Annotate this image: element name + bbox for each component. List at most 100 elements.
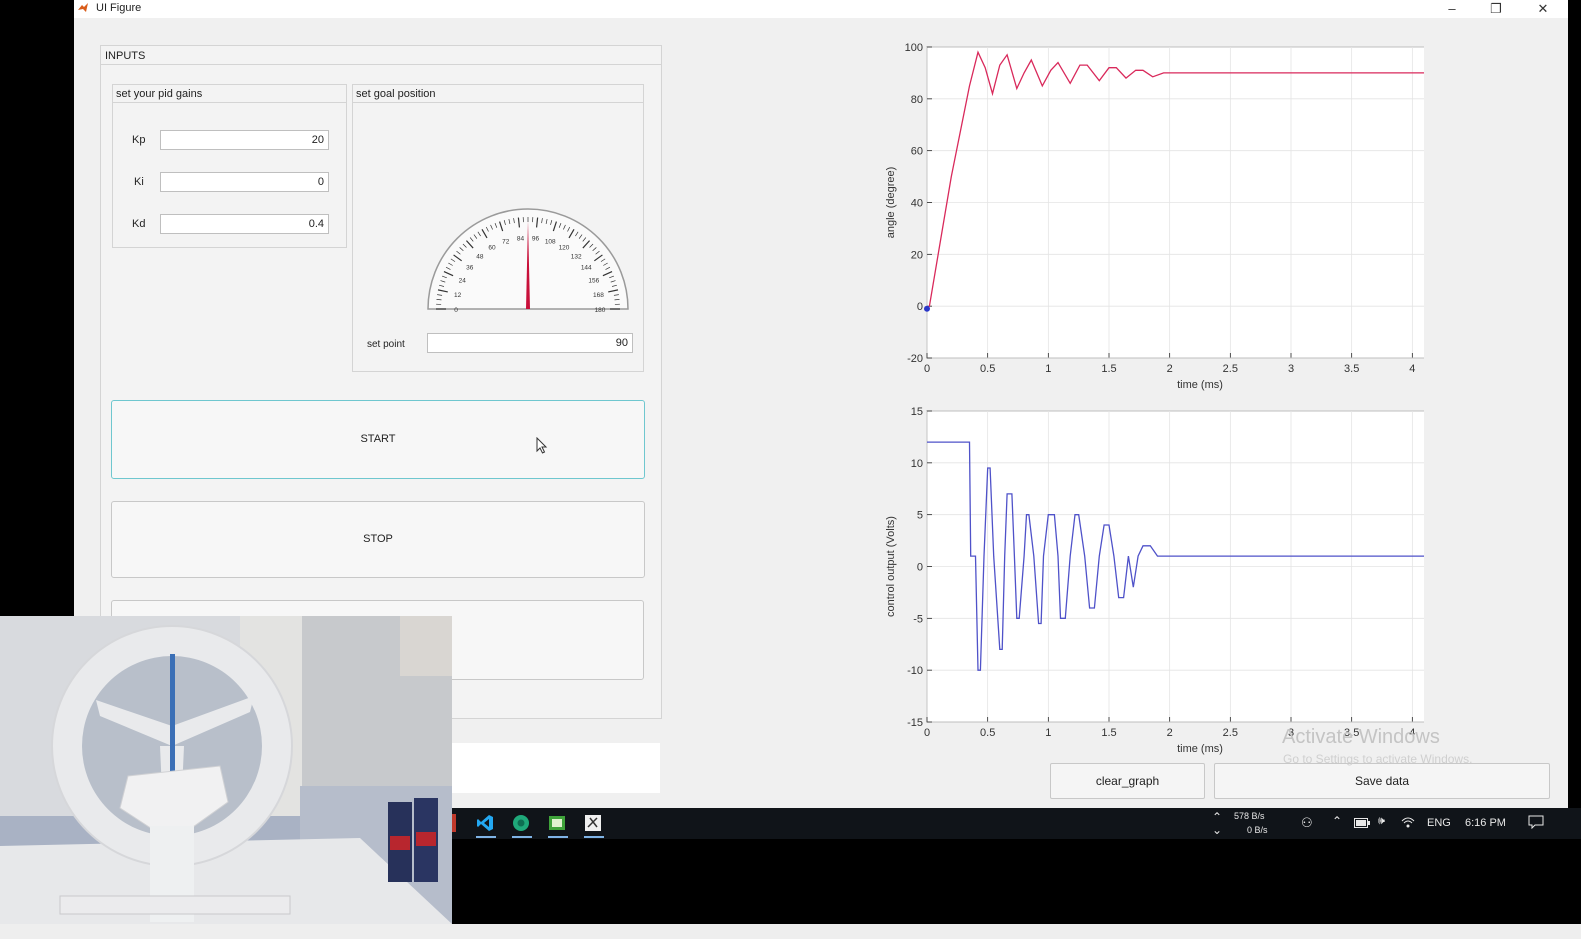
x-axis-label: time (ms) — [1177, 743, 1223, 755]
camera-active-indicator — [548, 836, 568, 838]
angle-chart: 00.511.522.533.544.5-20020406080100time … — [885, 42, 1424, 391]
x-tick-label: 0.5 — [980, 727, 995, 739]
y-axis-label: control output (Volts) — [885, 516, 897, 617]
gauge-tick-label: 36 — [466, 265, 474, 272]
webcam-overlay — [0, 616, 452, 924]
y-tick-label: 60 — [911, 146, 923, 158]
ki-label: Ki — [134, 176, 144, 188]
show-hidden-icons-icon[interactable]: ⌃ — [1332, 814, 1342, 828]
minimize-button[interactable]: – — [1438, 0, 1466, 18]
inputs-title: INPUTS — [105, 50, 146, 62]
x-tick-label: 0.5 — [980, 363, 995, 375]
y-tick-label: 100 — [905, 42, 923, 54]
x-tick-label: 1 — [1045, 363, 1051, 375]
gauge-tick-label: 48 — [476, 253, 484, 260]
kd-label: Kd — [132, 218, 146, 230]
x-axis-label: time (ms) — [1177, 379, 1223, 391]
gauge-tick-label: 168 — [593, 292, 604, 299]
bottom-strip — [0, 924, 1581, 939]
gauge-tick-label: 24 — [459, 278, 467, 285]
matlab-icon — [78, 3, 88, 12]
y-tick-label: 80 — [911, 94, 923, 106]
x-tick-label: 4 — [1409, 363, 1415, 375]
y-tick-label: -5 — [913, 613, 923, 625]
language-indicator[interactable]: ENG — [1427, 817, 1451, 829]
setpoint-label: set point — [367, 339, 405, 350]
gauge-tick-label: 0 — [454, 307, 458, 314]
snipping-active-indicator — [584, 836, 604, 838]
gauge-tick-label: 120 — [559, 245, 570, 252]
setpoint-input[interactable]: 90 — [427, 333, 633, 353]
people-icon[interactable]: ⚇ — [1301, 815, 1313, 831]
vscode-icon[interactable] — [476, 814, 494, 832]
activate-windows-watermark: Activate Windows — [1282, 726, 1440, 748]
volume-icon[interactable]: 🕪 — [1378, 815, 1385, 828]
y-tick-label: -15 — [907, 717, 923, 729]
x-tick-label: 2 — [1167, 727, 1173, 739]
goal-position-title: set goal position — [356, 88, 436, 100]
chrome-active-indicator — [512, 836, 532, 838]
y-tick-label: 5 — [917, 510, 923, 522]
goal-position-gauge[interactable]: 0 12 24 3648 60 72 84 96 108120132 144 156 168 180 — [423, 203, 633, 317]
taskbar: ⌃ ⌄ 578 B/s 0 B/s ⚇ ⌃ 🕪 ENG 6:16 PM — [452, 808, 1581, 839]
title-bar: UI Figure – ❐ ✕ — [74, 0, 1568, 18]
net-expand-icon[interactable]: ⌃ — [1212, 810, 1222, 824]
y-tick-label: 40 — [911, 198, 923, 210]
net-collapse-icon[interactable]: ⌄ — [1212, 823, 1222, 837]
x-tick-label: 1.5 — [1101, 363, 1116, 375]
y-tick-label: -10 — [907, 665, 923, 677]
y-tick-label: 20 — [911, 249, 923, 261]
status-field — [452, 743, 660, 793]
gauge-tick-label: 144 — [581, 265, 592, 272]
x-tick-label: 2.5 — [1223, 727, 1238, 739]
y-tick-label: 0 — [917, 301, 923, 313]
y-tick-label: 15 — [911, 406, 923, 418]
x-tick-label: 0 — [924, 727, 930, 739]
gauge-tick-label: 132 — [571, 253, 582, 260]
y-tick-label: -20 — [907, 353, 923, 365]
kd-input[interactable]: 0.4 — [160, 214, 329, 234]
gauge-tick-label: 156 — [588, 278, 599, 285]
activate-windows-subtitle: Go to Settings to activate Windows. — [1283, 752, 1473, 766]
inputs-panel-header — [101, 46, 661, 65]
x-tick-label: 2 — [1167, 363, 1173, 375]
y-axis-label: angle (degree) — [885, 167, 897, 239]
kp-label: Kp — [132, 134, 146, 146]
battery-icon[interactable] — [1354, 818, 1370, 828]
net-download-speed: 0 B/s — [1247, 825, 1268, 835]
gauge-tick-label: 96 — [532, 235, 540, 242]
wifi-icon[interactable] — [1401, 816, 1415, 828]
clear-graph-button[interactable]: clear_graph — [1050, 763, 1205, 799]
pid-gains-title: set your pid gains — [116, 88, 203, 100]
gauge-tick-label: 180 — [595, 307, 606, 314]
clock[interactable]: 6:16 PM — [1465, 817, 1506, 829]
pendulum-rig-photo — [0, 616, 452, 924]
gauge-tick-label: 84 — [517, 235, 525, 242]
stop-button[interactable]: STOP — [111, 501, 645, 578]
x-tick-label: 3.5 — [1344, 363, 1359, 375]
gauge-tick-label: 60 — [488, 245, 496, 252]
vscode-active-indicator — [476, 836, 496, 838]
x-tick-label: 3 — [1288, 363, 1294, 375]
save-data-button[interactable]: Save data — [1214, 763, 1550, 799]
goal-position-panel: set goal position 0 12 24 36 48 60 72 84 96 108 12… — [352, 84, 644, 372]
y-tick-label: 0 — [917, 562, 923, 574]
x-tick-label: 0 — [924, 363, 930, 375]
restore-button[interactable]: ❐ — [1482, 0, 1510, 18]
kp-input[interactable]: 20 — [160, 130, 329, 150]
net-upload-speed: 578 B/s — [1234, 811, 1265, 821]
chrome-icon[interactable] — [512, 814, 530, 832]
snipping-tool-icon[interactable] — [584, 814, 602, 832]
close-button[interactable]: ✕ — [1529, 0, 1557, 18]
mouse-cursor-icon — [536, 437, 548, 454]
x-tick-label: 2.5 — [1223, 363, 1238, 375]
camera-app-icon[interactable] — [548, 814, 566, 832]
app-icon-partial[interactable] — [452, 814, 456, 832]
ki-input[interactable]: 0 — [160, 172, 329, 192]
pid-gains-panel: set your pid gains Kp 20 Ki 0 Kd 0.4 — [112, 84, 347, 248]
start-button[interactable]: START — [111, 400, 645, 479]
action-center-icon[interactable] — [1528, 815, 1544, 829]
gauge-tick-label: 108 — [545, 239, 556, 246]
window-title: UI Figure — [96, 2, 142, 14]
x-tick-label: 1 — [1045, 727, 1051, 739]
